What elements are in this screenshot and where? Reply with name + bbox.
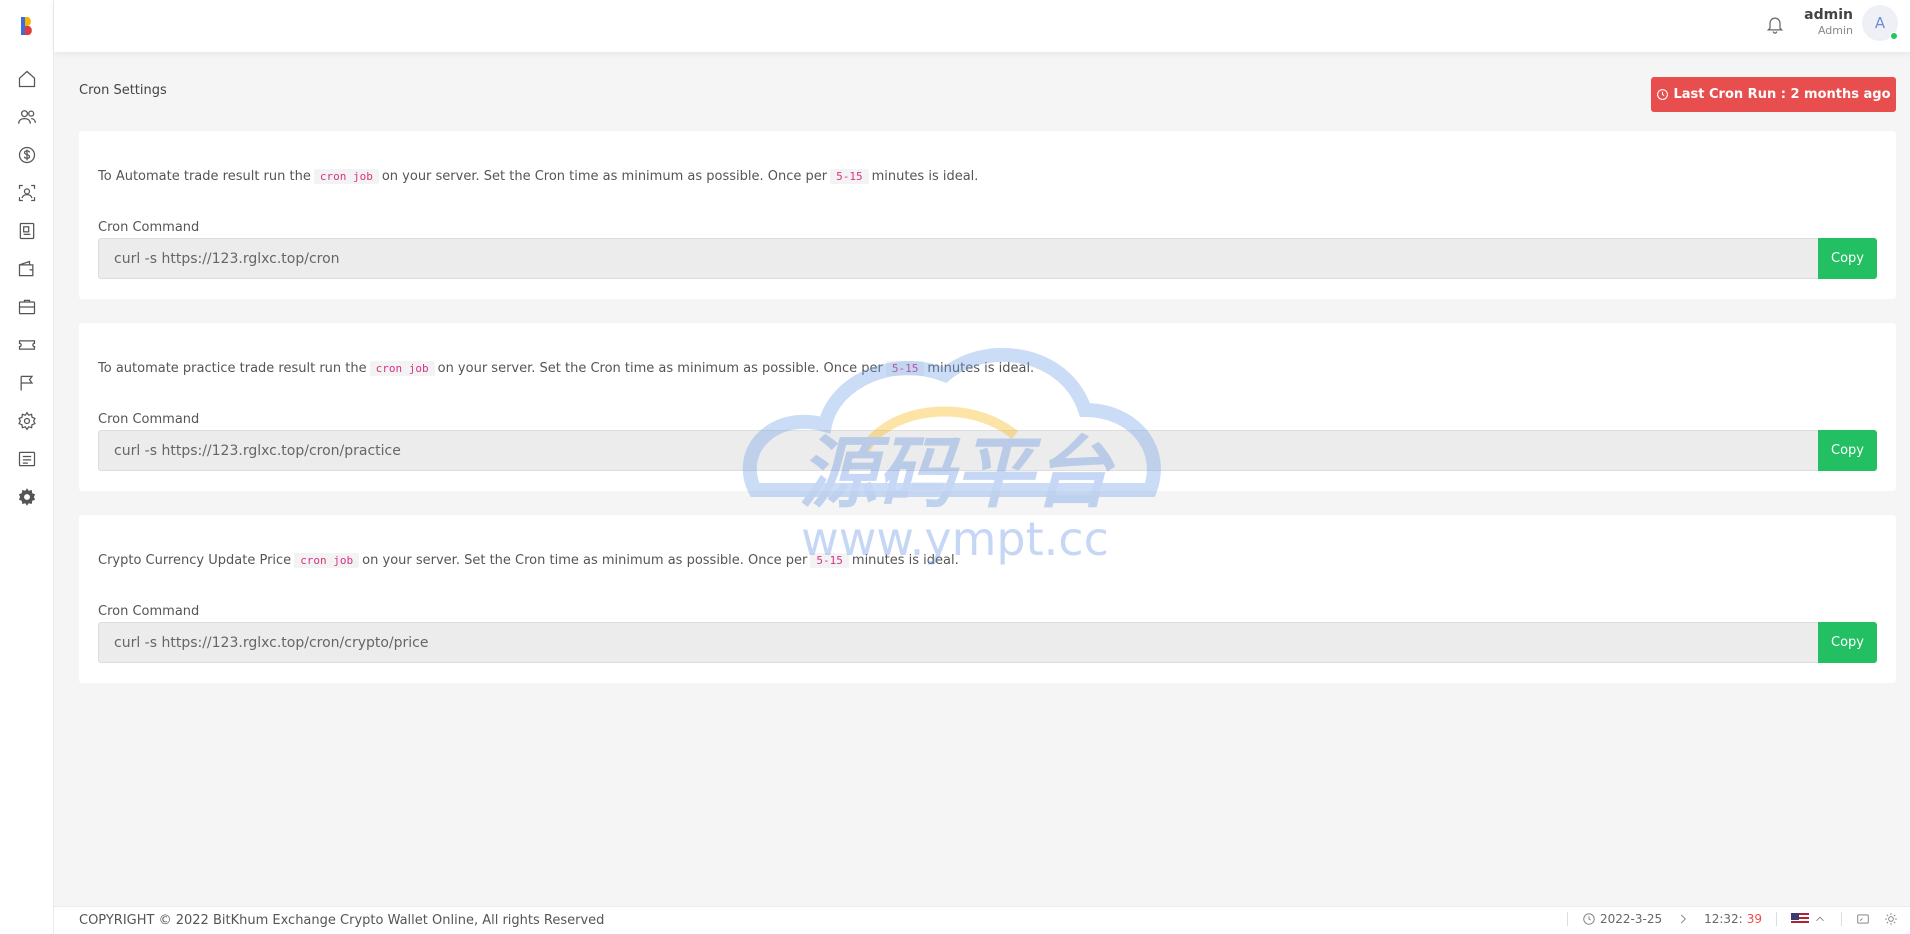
flag-icon [20,375,33,391]
briefcase-icon [18,299,35,315]
sidebar-item-reports[interactable] [0,212,54,250]
footer-status: 2022-3-25 12:32: 39 [1566,912,1898,926]
gear-icon [18,488,35,506]
cron-command-group: Copy [98,238,1877,279]
avatar[interactable]: A [1862,5,1898,41]
us-flag-icon [1791,913,1809,925]
language-selector[interactable] [1791,912,1827,926]
sidebar-item-kyc[interactable] [0,174,54,212]
clock-icon [1657,89,1669,100]
cron-card-trade: To Automate trade result run the cron jo… [79,131,1896,299]
copy-button[interactable]: Copy [1818,430,1877,471]
sidebar [0,0,54,934]
online-status-dot [1890,32,1898,40]
description-text: on your server. Set the Cron time as min… [362,553,808,568]
footer-time: 12:32: 39 [1704,912,1762,926]
sun-icon [1885,913,1897,925]
divider [1776,912,1777,926]
copy-button[interactable]: Copy [1818,238,1877,279]
time-hm-text: 12:32: [1704,912,1743,926]
users-icon [17,110,36,124]
page-title: Cron Settings [79,83,167,98]
interval-snippet: 5-15 [830,169,869,184]
description-text: minutes is ideal. [871,169,979,184]
sidebar-nav [0,60,54,516]
document-icon [19,222,34,240]
footer: COPYRIGHT © 2022 BitKhum Exchange Crypto… [54,906,1910,934]
last-cron-run-label: Last Cron Run : 2 months ago [1673,87,1891,102]
sidebar-item-settings[interactable] [0,402,54,440]
cron-description: To automate practice trade result run th… [98,361,1034,376]
sidebar-item-reports-flag[interactable] [0,364,54,402]
user-role: Admin [1817,24,1853,37]
home-icon [18,70,35,88]
sidebar-item-home[interactable] [0,60,54,98]
description-text: Crypto Currency Update Price [98,553,292,568]
sidebar-item-wallet[interactable] [0,250,54,288]
divider [1566,912,1568,926]
user-scan-icon [18,184,35,202]
wallet-icon [18,260,33,277]
code-snippet: cron job [369,361,435,376]
user-name: admin [1804,7,1853,23]
divider [1841,912,1842,926]
ticket-icon [18,340,35,350]
sidebar-item-logs[interactable] [0,440,54,478]
settings-icon [17,411,36,431]
sidebar-item-users[interactable] [0,98,54,136]
cron-command-input[interactable] [98,238,1818,279]
notifications-button[interactable] [1762,11,1788,37]
list-icon [18,451,35,467]
chevron-up-icon [1816,916,1824,922]
cron-command-group: Copy [98,622,1877,663]
cron-command-label: Cron Command [98,604,200,619]
chevron-right-icon [1681,914,1687,924]
clock-icon [1583,913,1595,925]
logo[interactable] [0,0,54,52]
description-text: To automate practice trade result run th… [98,361,367,376]
cron-description: Crypto Currency Update Price cron job on… [98,553,959,568]
screen-icon [1857,914,1869,924]
description-text: on your server. Set the Cron time as min… [437,361,883,376]
brand-logo-icon [20,17,32,35]
cron-command-label: Cron Command [98,412,200,427]
interval-snippet: 5-15 [810,553,849,568]
dollar-icon [18,146,35,164]
date-text: 2022-3-25 [1599,912,1663,926]
sidebar-item-plans[interactable] [0,288,54,326]
code-snippet: cron job [294,553,360,568]
sidebar-item-system[interactable] [0,478,54,516]
description-text: on your server. Set the Cron time as min… [381,169,828,184]
sidebar-item-tickets[interactable] [0,326,54,364]
description-text: minutes is ideal. [851,553,959,568]
cron-card-practice: To automate practice trade result run th… [79,323,1896,491]
fullscreen-button[interactable] [1856,912,1870,926]
footer-date: 2022-3-25 [1582,912,1662,926]
copyright-text: COPYRIGHT © 2022 BitKhum Exchange Crypto… [79,913,605,928]
interval-snippet: 5-15 [885,361,925,376]
last-cron-run-button[interactable]: Last Cron Run : 2 months ago [1651,77,1896,112]
cron-command-label: Cron Command [98,220,200,235]
copy-button[interactable]: Copy [1818,622,1877,663]
code-snippet: cron job [313,169,379,184]
user-info[interactable]: admin Admin [1804,6,1853,38]
bell-icon [1766,17,1784,34]
cron-card-crypto-price: Crypto Currency Update Price cron job on… [79,515,1896,683]
cron-command-group: Copy [98,430,1877,471]
avatar-initial: A [1874,14,1886,32]
cron-command-input[interactable] [98,430,1818,471]
time-sec-text: 39 [1746,912,1762,926]
footer-next[interactable] [1676,912,1690,926]
topbar: admin Admin A [54,0,1910,52]
cron-command-input[interactable] [98,622,1818,663]
theme-toggle[interactable] [1884,912,1898,926]
description-text: To Automate trade result run the [98,169,311,184]
sidebar-item-finance[interactable] [0,136,54,174]
cron-description: To Automate trade result run the cron jo… [98,169,978,184]
description-text: minutes is ideal. [927,361,1035,376]
